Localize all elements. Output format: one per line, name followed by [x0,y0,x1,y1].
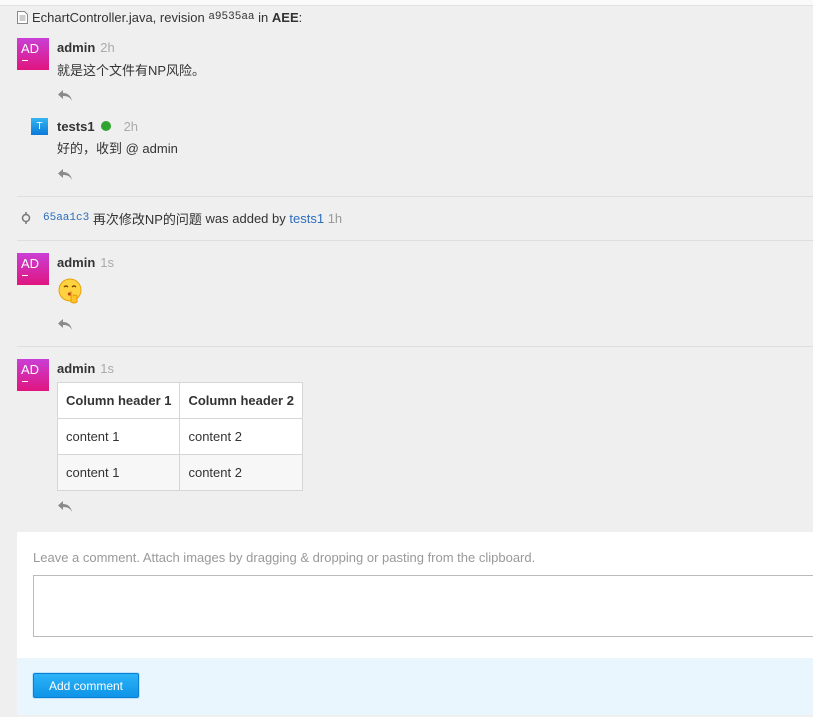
comment-header: tests1 2h [57,118,138,134]
comment-textarea[interactable] [33,575,813,637]
reply-icon[interactable] [57,500,73,513]
avatar-initials: T [36,121,43,132]
avatar-initials: AD [21,362,40,377]
project-name[interactable]: AEE [272,10,299,25]
table-header-cell: Column header 1 [56,382,181,419]
comment-text: 好的，收到 @ admin [57,141,178,156]
revision-label: , revision [152,9,205,25]
reply-icon[interactable] [57,318,73,331]
shh-emoji [58,278,82,304]
in-label: in [258,9,269,25]
comment-author[interactable]: admin [57,361,95,376]
reply-icon[interactable] [57,89,73,102]
table-row: content 1 content 2 [56,454,303,491]
table-header-cell: Column header 2 [179,382,303,419]
file-name[interactable]: EchartController.java [32,10,153,25]
reply-icon[interactable] [57,168,73,181]
comment-header: admin 1s [57,254,114,270]
comment-author[interactable]: admin [57,40,95,55]
table-cell: content 2 [179,454,303,491]
form-footer: Add comment [17,658,813,715]
system-note: 65aa1c3 再次修改NP的问题 was added by tests1 1h [20,210,342,227]
online-status-dot [100,121,111,131]
avatar[interactable]: AD [17,38,49,70]
commit-message: 再次修改NP的问题 [92,211,202,227]
comment-table: Column header 1 Column header 2 content … [56,382,303,491]
comment-form: Leave a comment. Attach images by draggi… [17,532,813,715]
divider [17,196,813,197]
file-icon [17,10,28,24]
table-cell: content 2 [179,418,303,455]
commit-author[interactable]: tests1 [289,211,324,226]
add-comment-button[interactable]: Add comment [33,673,139,698]
colon: : [298,9,303,25]
table-row: content 1 content 2 [56,418,303,455]
comment-time[interactable]: 2h [100,40,114,55]
comment-header: admin 1s [57,360,114,376]
comment-hint: Leave a comment. Attach images by draggi… [33,550,536,565]
revision-hash[interactable]: a9535aa [208,11,254,23]
comment-author[interactable]: tests1 [57,119,95,134]
avatar[interactable]: T [31,118,48,135]
comment-time[interactable]: 2h [124,119,138,134]
commit-hash[interactable]: 65aa1c3 [43,212,89,224]
table-header-row: Column header 1 Column header 2 [56,382,303,419]
top-border [0,0,813,6]
divider [17,346,813,347]
comment-time[interactable]: 1s [100,361,114,376]
file-reference: EchartController.java , revision a9535aa… [17,9,302,25]
comment-author[interactable]: admin [57,255,95,270]
comment-header: admin 2h [57,39,115,55]
avatar[interactable]: AD [17,253,49,285]
avatar[interactable]: AD [17,359,49,391]
comment-text: 就是这个文件有NP风险。 [57,63,206,78]
table-cell: content 1 [56,418,181,455]
divider [17,240,813,241]
table-cell: content 1 [56,454,181,491]
commit-time[interactable]: 1h [328,211,342,226]
added-by-label: was added by [205,210,286,226]
comment-time[interactable]: 1s [100,255,114,270]
avatar-initials: AD [21,256,40,271]
commit-icon [21,212,31,224]
avatar-initials: AD [21,41,40,56]
